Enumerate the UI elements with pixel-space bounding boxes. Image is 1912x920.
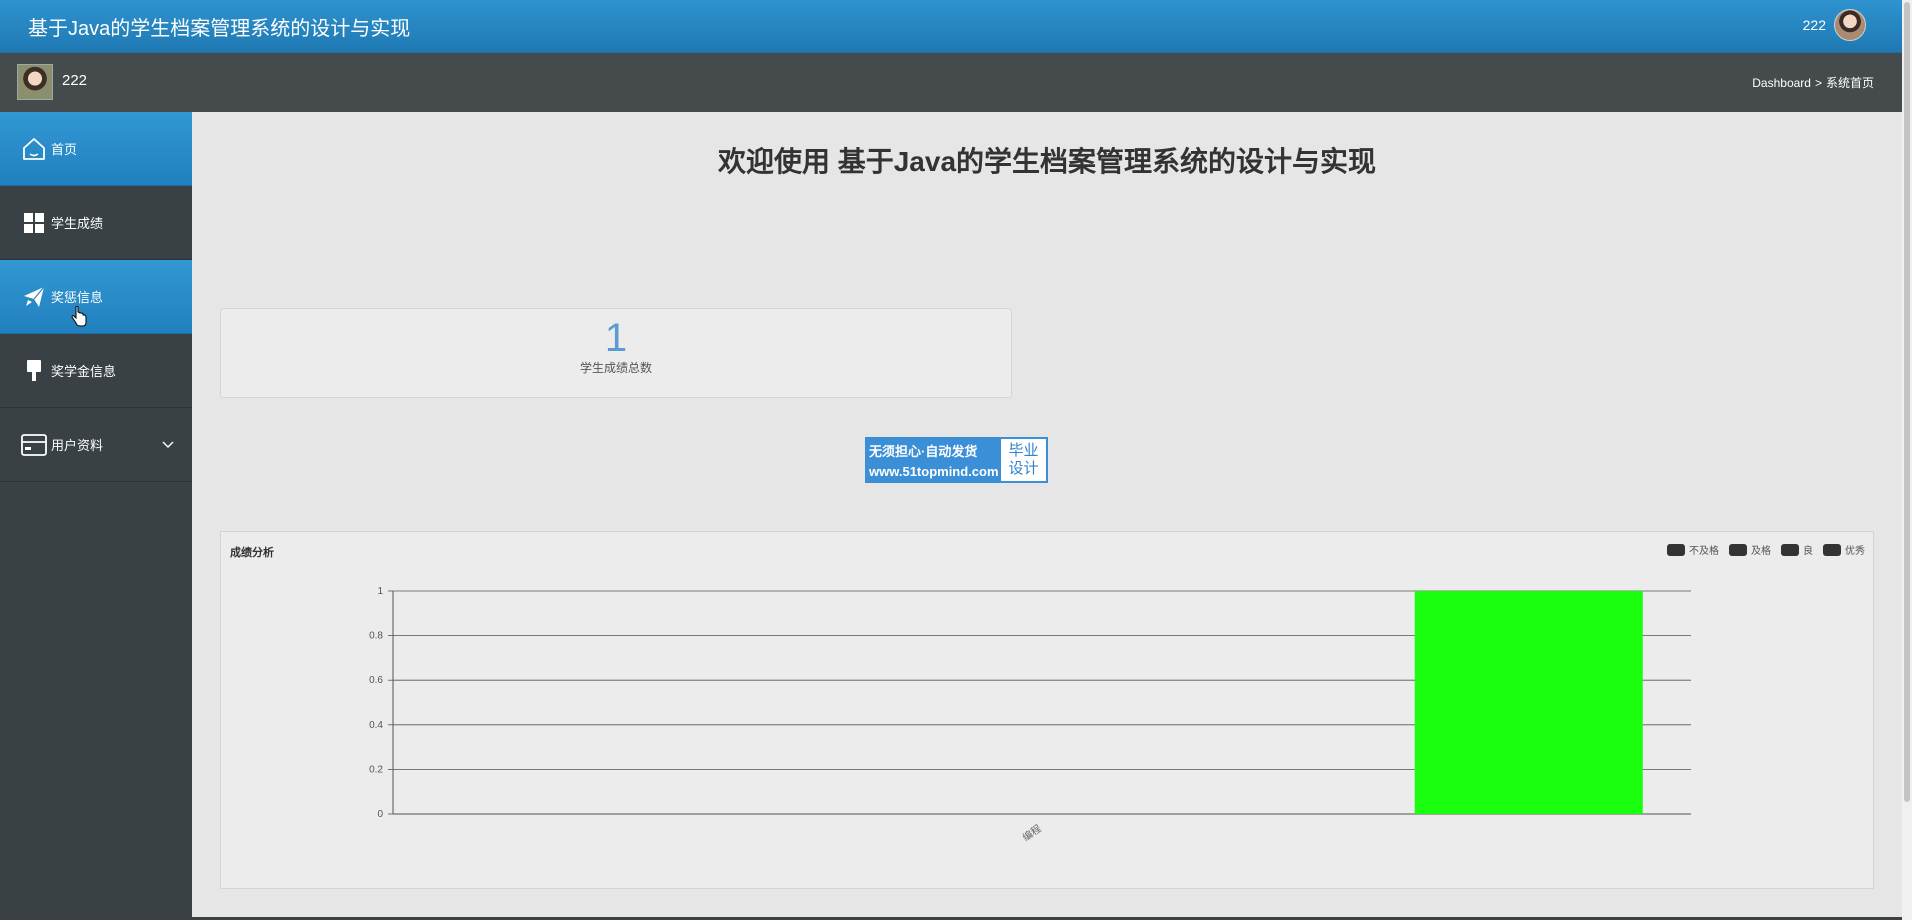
y-tick-label: 0.4 — [369, 720, 383, 731]
ad-banner[interactable]: 无须担心·自动发货 www.51topmind.com 毕业 设计 — [865, 437, 1048, 483]
paper-plane-icon — [20, 283, 48, 311]
y-tick-label: 0 — [377, 809, 383, 820]
y-tick-label: 0.8 — [369, 631, 383, 642]
user-name[interactable]: 222 — [1803, 17, 1826, 33]
ad-badge-line-2: 设计 — [1008, 460, 1039, 477]
chart-panel: 成绩分析 不及格 及格 良 优秀 0 0.2 0.4 0.6 0.8 1 编程 — [220, 531, 1874, 889]
profile-user-name: 222 — [62, 72, 88, 89]
ad-line-1: 无须担心·自动发货 — [869, 444, 978, 459]
profile-avatar — [17, 64, 53, 100]
main-content: 欢迎使用 基于Java的学生档案管理系统的设计与实现 1 学生成绩总数 无须担心… — [192, 112, 1902, 920]
welcome-heading: 欢迎使用 基于Java的学生档案管理系统的设计与实现 — [717, 146, 1377, 177]
home-icon — [20, 135, 48, 163]
breadcrumb: Dashboard > 系统首页 — [1752, 74, 1874, 91]
sidebar-item-home[interactable]: 首页 — [0, 112, 192, 186]
y-tick-label: 0.6 — [369, 675, 383, 686]
breadcrumb-separator: > — [1814, 76, 1822, 90]
top-app-bar: 基于Java的学生档案管理系统的设计与实现 222 — [0, 0, 1902, 53]
chevron-down-icon[interactable] — [162, 437, 174, 452]
user-menu[interactable]: 222 — [1803, 9, 1866, 41]
app-title: 基于Java的学生档案管理系统的设计与实现 — [28, 18, 411, 40]
ad-badge-line-1: 毕业 — [1008, 442, 1039, 459]
ad-badge: 毕业 设计 — [1001, 439, 1046, 481]
avatar[interactable] — [1834, 9, 1866, 41]
sidebar-item-label: 奖学金信息 — [51, 364, 117, 379]
y-tick-label: 0.2 — [369, 764, 383, 775]
ad-line-2: www.51topmind.com — [869, 464, 999, 479]
stat-value: 1 — [604, 316, 628, 360]
breadcrumb-root[interactable]: Dashboard — [1752, 76, 1811, 90]
sidebar-item-scholarship[interactable]: 奖学金信息 — [0, 334, 192, 408]
mouse-cursor-icon — [70, 305, 88, 333]
sidebar-item-scores[interactable]: 学生成绩 — [0, 186, 192, 260]
stat-label: 学生成绩总数 — [579, 361, 652, 375]
sidebar-item-label: 奖惩信息 — [51, 290, 104, 305]
ad-text: 无须担心·自动发货 www.51topmind.com — [867, 439, 1001, 481]
vertical-scrollbar[interactable] — [1902, 0, 1912, 920]
brush-icon — [20, 357, 48, 385]
secondary-bar: 222 Dashboard > 系统首页 — [0, 53, 1902, 112]
sidebar-item-label: 首页 — [51, 142, 78, 157]
stat-card-scores-total: 1 学生成绩总数 — [220, 308, 1012, 398]
sidebar: 首页 学生成绩 奖惩信息 奖学金信息 用户资料 — [0, 112, 192, 920]
y-tick-label: 1 — [377, 586, 383, 597]
bar-chart: 0 0.2 0.4 0.6 0.8 1 编程 — [369, 586, 1691, 844]
grid-icon — [20, 209, 48, 237]
breadcrumb-current: 系统首页 — [1825, 76, 1874, 90]
sidebar-item-profile[interactable]: 用户资料 — [0, 408, 192, 482]
sidebar-item-rewards[interactable]: 奖惩信息 — [0, 260, 192, 334]
scrollbar-thumb[interactable] — [1904, 2, 1910, 802]
sidebar-item-label: 用户资料 — [51, 438, 104, 453]
x-tick-label: 编程 — [1020, 822, 1044, 844]
sidebar-item-label: 学生成绩 — [51, 216, 104, 231]
bar — [1414, 591, 1643, 814]
card-icon — [20, 431, 48, 459]
